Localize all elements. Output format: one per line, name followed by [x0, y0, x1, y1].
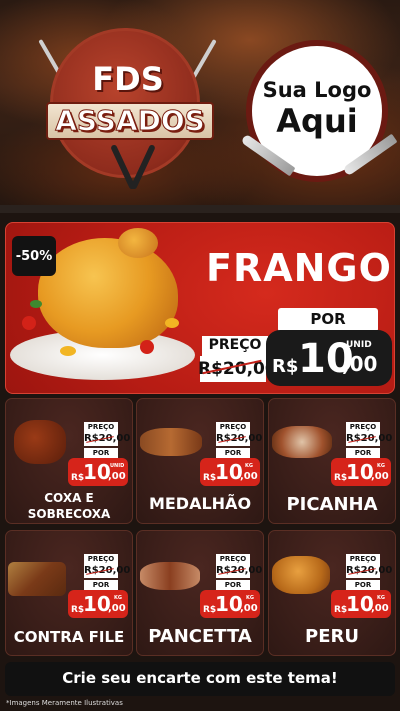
herb-garnish	[30, 300, 42, 308]
badge-title-line2: ASSADOS	[55, 104, 206, 138]
fds-assados-badge: FDS ASSADOS	[28, 28, 228, 198]
tomato-garnish	[22, 316, 36, 330]
pepper-garnish	[165, 318, 179, 328]
price-decimal: ,00	[108, 603, 126, 614]
chicken-thigh-image	[14, 420, 66, 464]
por-label: POR	[310, 310, 346, 328]
price-integer: 10	[215, 460, 243, 484]
por-label: POR	[92, 449, 110, 457]
old-price-label: PREÇO	[87, 423, 115, 431]
price-decimal: ,00	[108, 471, 126, 482]
price-integer: 10	[83, 460, 111, 484]
price-decimal: ,00	[240, 603, 258, 614]
old-price-label: PREÇO	[349, 423, 377, 431]
price-unit: KG	[246, 595, 254, 601]
price-unit: KG	[245, 463, 253, 469]
product-name: PICANHA	[286, 494, 378, 515]
product-name: PERU	[305, 626, 359, 647]
price-decimal: ,00	[371, 471, 389, 482]
por-label: POR	[92, 581, 110, 589]
pancetta-image	[140, 562, 200, 590]
product-name: PANCETTA	[148, 626, 252, 647]
por-label: POR	[224, 449, 242, 457]
price-unit: KG	[377, 595, 385, 601]
chicken-leg-image	[118, 228, 158, 258]
price-integer: 10	[346, 592, 374, 616]
old-price-label: PREÇO	[219, 555, 247, 563]
header-divider	[0, 205, 400, 213]
price-unit: UNID	[110, 463, 125, 469]
discount-badge: -50%	[12, 236, 56, 276]
logo-text-line2: Aqui	[276, 102, 358, 140]
product-name: COXA E SOBRECOXA	[27, 491, 111, 521]
price-integer: 10	[83, 592, 111, 616]
badge-title-line1: FDS	[92, 60, 164, 98]
por-label: POR	[354, 449, 372, 457]
tomato-garnish	[140, 340, 154, 354]
logo-text-line1: Sua Logo	[262, 78, 372, 102]
price-unit: KG	[114, 595, 122, 601]
turkey-image	[272, 556, 330, 594]
por-label: POR	[354, 581, 372, 589]
price-unit: KG	[377, 463, 385, 469]
picanha-image	[272, 426, 332, 458]
price-integer: 10	[215, 592, 243, 616]
medallion-skewer-image	[140, 428, 202, 456]
new-price-decimal: ,00	[342, 352, 378, 376]
flyer: FDS ASSADOS Sua Logo Aqui -50% FRANGO PR…	[0, 0, 400, 711]
por-label: POR	[224, 581, 242, 589]
contra-file-image	[8, 562, 66, 596]
featured-product-name: FRANGO	[206, 246, 392, 290]
cta-label[interactable]: Crie seu encarte com este tema!	[5, 669, 395, 687]
price-integer: 10	[346, 460, 374, 484]
crossed-utensils-icon	[108, 143, 158, 193]
disclaimer: *Imagens Meramente Ilustrativas	[6, 699, 123, 707]
old-price-label: PREÇO	[219, 423, 247, 431]
old-price-label: PREÇO	[349, 555, 377, 563]
roast-chicken-image	[38, 238, 178, 348]
old-price-label: PREÇO	[208, 337, 262, 353]
product-name: MEDALHÃO	[148, 494, 252, 513]
product-name: CONTRA FILE	[13, 628, 125, 646]
price-decimal: ,00	[240, 471, 258, 482]
price-unit: UNID	[346, 340, 372, 350]
currency-symbol: R$	[272, 356, 299, 377]
pepper-garnish	[60, 346, 76, 356]
old-price-label: PREÇO	[87, 555, 115, 563]
price-decimal: ,00	[371, 603, 389, 614]
